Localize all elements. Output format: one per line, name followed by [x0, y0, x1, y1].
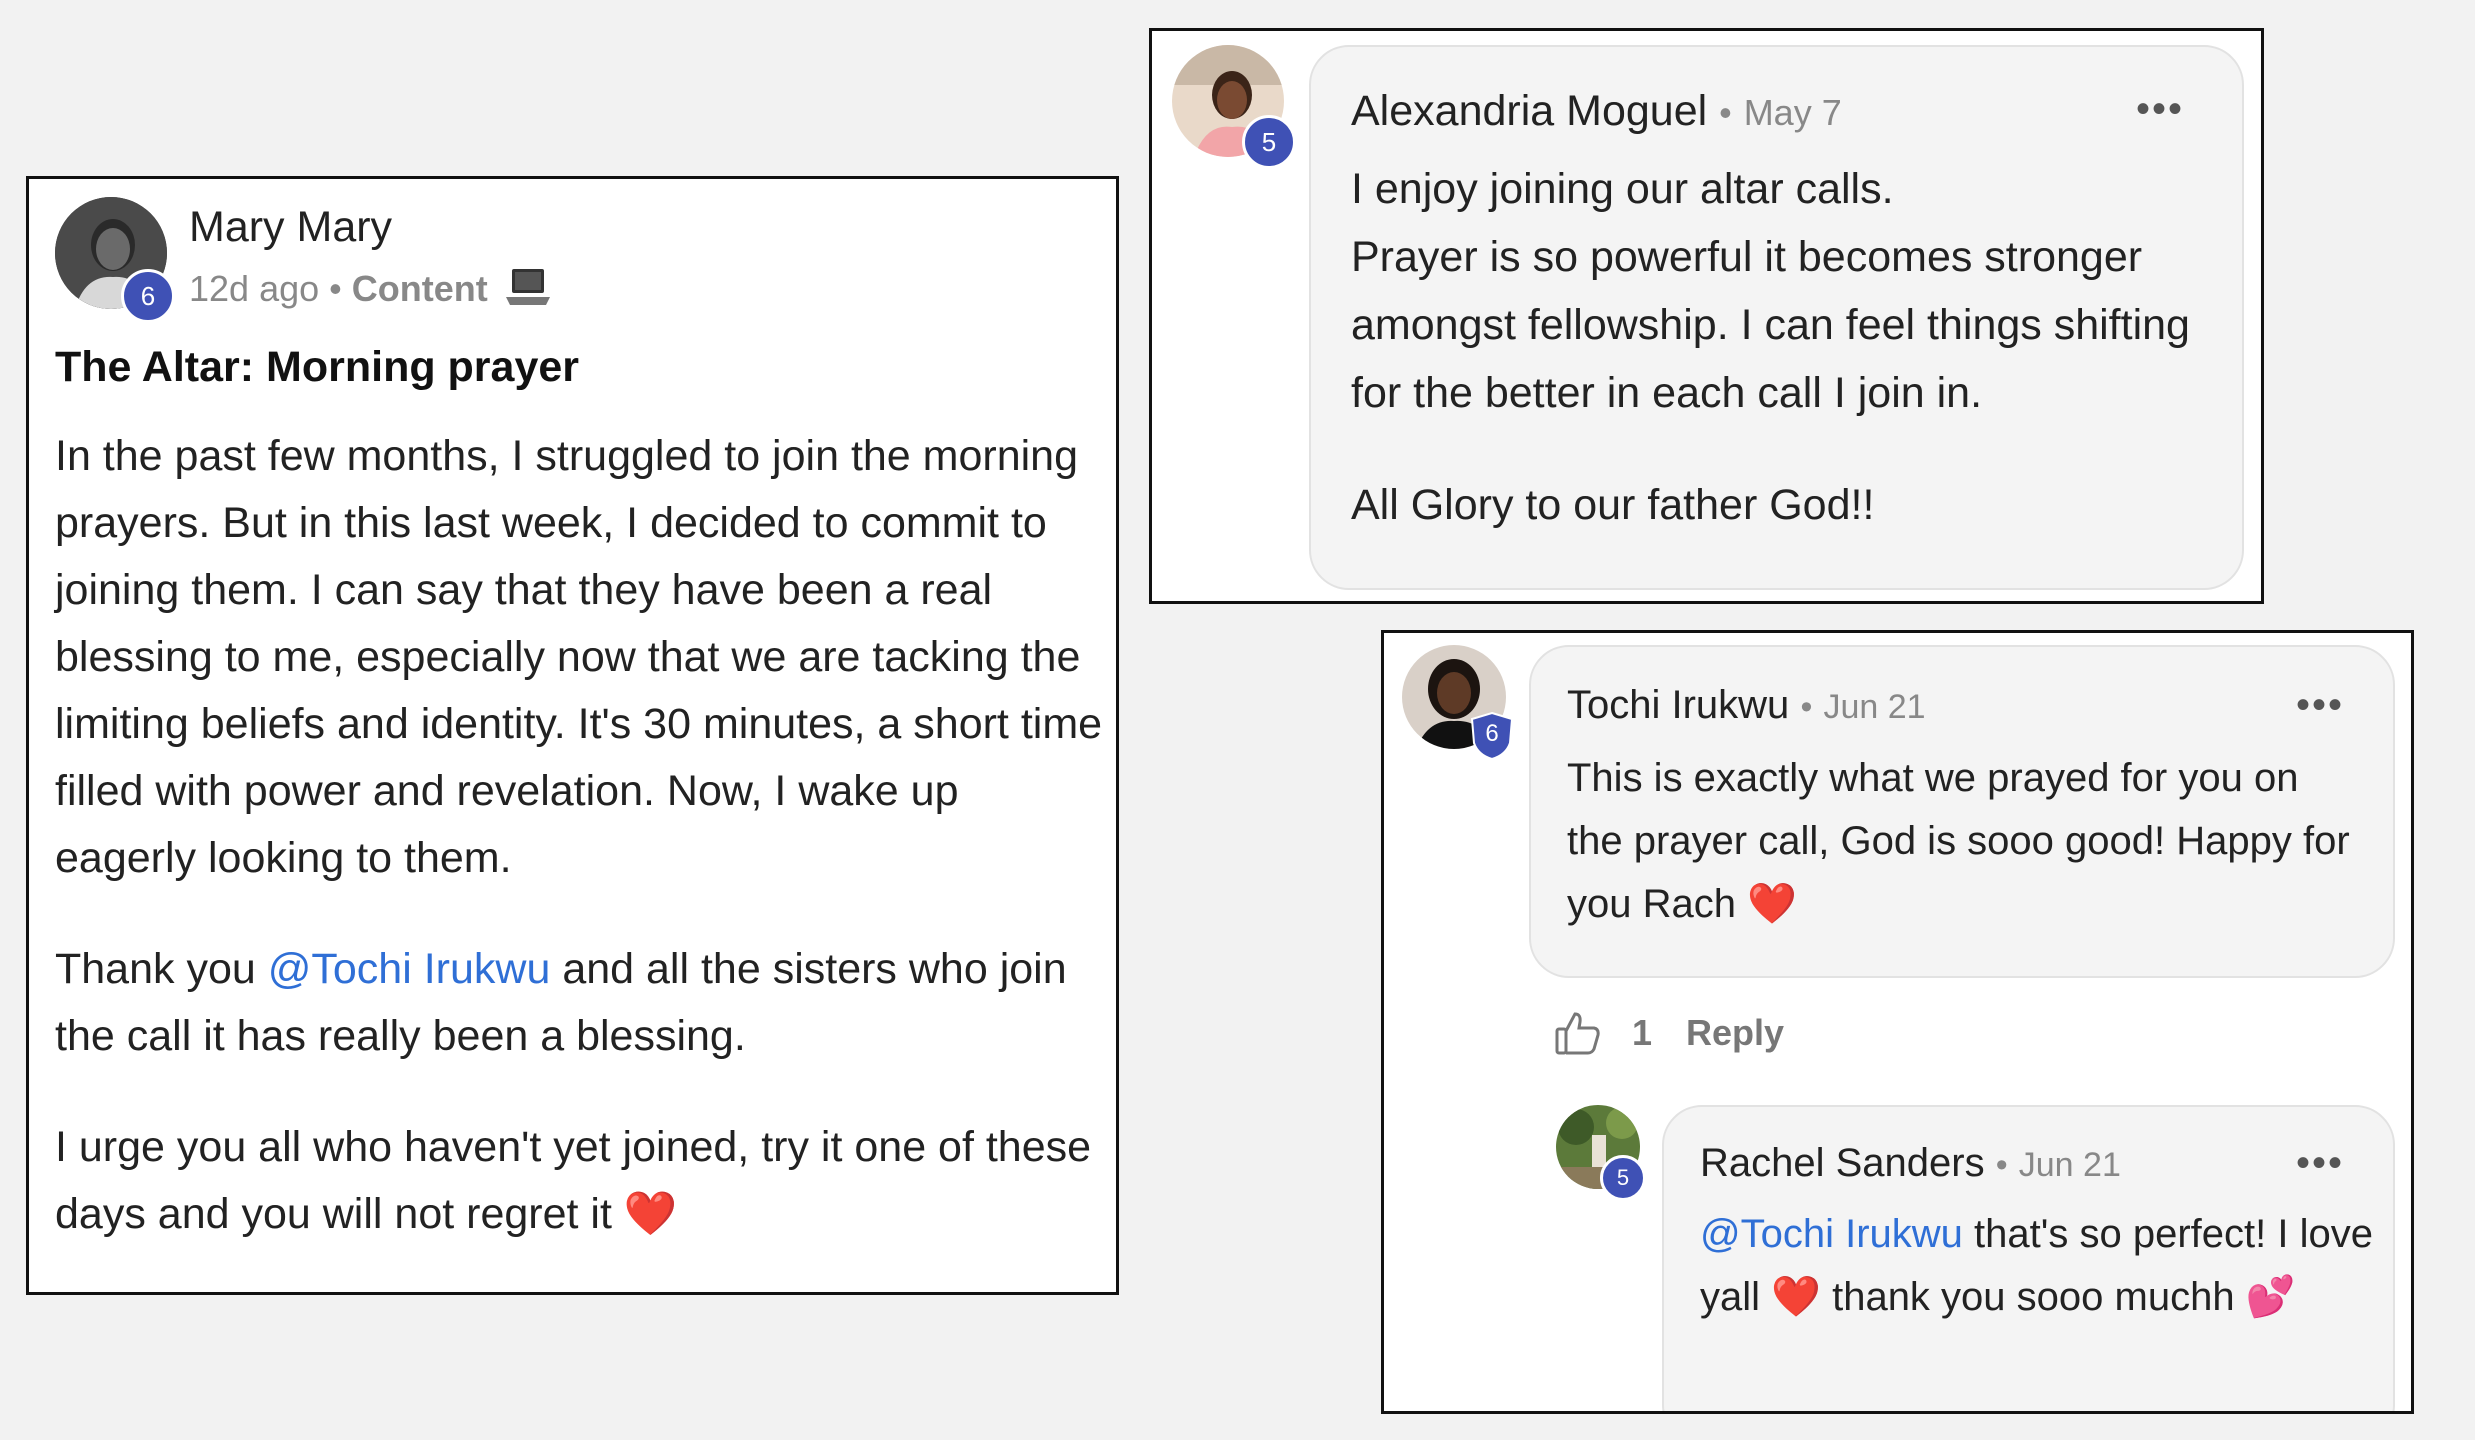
paragraph-2-lead: Thank you — [55, 945, 268, 993]
reply-text-2: thank you sooo muchh — [1820, 1275, 2235, 1319]
commenter-name-text[interactable]: Alexandria Moguel — [1351, 87, 1707, 135]
post-time: 12d ago — [189, 268, 320, 310]
comment-thread-card: 6 Tochi Irukwu • Jun 21 ••• This is exac… — [1381, 630, 2414, 1414]
comment-line-2: Prayer is so powerful it becomes stronge… — [1351, 233, 2190, 417]
meta-separator: • — [329, 268, 342, 310]
commenter-name-text[interactable]: Tochi Irukwu — [1567, 683, 1789, 727]
comment-body: I enjoy joining our altar calls. Prayer … — [1351, 155, 2221, 539]
post-category[interactable]: Content — [352, 268, 488, 309]
level-badge: 5 — [1242, 115, 1296, 169]
comment-date: May 7 — [1743, 92, 1842, 133]
meta-separator: • — [1719, 92, 1732, 133]
mention-link[interactable]: @Tochi Irukwu — [1700, 1212, 1963, 1256]
more-options-icon[interactable]: ••• — [2296, 683, 2344, 728]
thumbs-up-icon[interactable] — [1554, 1009, 1602, 1057]
commenter-avatar[interactable]: 6 — [1402, 645, 1514, 761]
reply-author-name[interactable]: Rachel Sanders — [1700, 1141, 1985, 1185]
post-card: 6 Mary Mary 12d ago • Content The Altar:… — [26, 176, 1119, 1295]
post-body: In the past few months, I struggled to j… — [55, 423, 1105, 1248]
comment-bubble: Tochi Irukwu • Jun 21 ••• This is exactl… — [1529, 645, 2395, 978]
meta-separator: • — [1800, 688, 1813, 726]
comment-card-alexandria: 5 Alexandria Moguel • May 7 ••• I enjoy … — [1149, 28, 2264, 604]
comment-actions: 1 Reply — [1554, 1003, 1784, 1063]
level-shield-badge: 6 — [1470, 711, 1514, 761]
author-name[interactable]: Mary Mary — [189, 203, 392, 252]
author-avatar[interactable]: 6 — [55, 197, 175, 323]
comment-text: This is exactly what we prayed for you o… — [1567, 756, 2350, 926]
reply-date: Jun 21 — [2018, 1146, 2121, 1184]
two-hearts-emoji-icon: 💕 — [2245, 1275, 2296, 1319]
comment-bubble: Alexandria Moguel • May 7 ••• I enjoy jo… — [1309, 45, 2244, 590]
post-paragraph-1: In the past few months, I struggled to j… — [55, 432, 1103, 882]
mention-link[interactable]: @Tochi Irukwu — [268, 945, 551, 993]
comment-line-3: All Glory to our father God!! — [1351, 481, 1875, 529]
more-options-icon[interactable]: ••• — [2296, 1141, 2344, 1186]
reply-button[interactable]: Reply — [1686, 1012, 1784, 1054]
meta-separator: • — [1995, 1146, 2008, 1184]
reply-author: Rachel Sanders • Jun 21 — [1700, 1141, 2121, 1186]
heart-emoji-icon: ❤️ — [1771, 1275, 1821, 1319]
badge-number: 6 — [1485, 720, 1499, 747]
commenter-name: Tochi Irukwu • Jun 21 — [1567, 683, 1926, 728]
commenter-name: Alexandria Moguel • May 7 — [1351, 87, 1842, 136]
comment-line-1: I enjoy joining our altar calls. — [1351, 165, 1894, 213]
heart-emoji-icon: ❤️ — [623, 1190, 678, 1238]
paragraph-3-text: I urge you all who haven't yet joined, t… — [55, 1123, 1092, 1238]
reply-bubble: Rachel Sanders • Jun 21 ••• @Tochi Irukw… — [1662, 1105, 2395, 1411]
like-count: 1 — [1632, 1012, 1653, 1053]
post-paragraph-3: I urge you all who haven't yet joined, t… — [55, 1114, 1105, 1248]
comment-date: Jun 21 — [1823, 688, 1926, 726]
more-options-icon[interactable]: ••• — [2136, 87, 2184, 132]
laptop-icon — [505, 267, 550, 316]
comment-body: This is exactly what we prayed for you o… — [1567, 747, 2357, 936]
level-badge: 5 — [1600, 1155, 1646, 1201]
heart-emoji-icon: ❤️ — [1747, 882, 1797, 926]
reply-body: @Tochi Irukwu that's so perfect! I love … — [1700, 1203, 2380, 1329]
level-badge: 6 — [121, 269, 175, 323]
commenter-avatar[interactable]: 5 — [1172, 45, 1296, 169]
post-title: The Altar: Morning prayer — [55, 343, 580, 391]
post-meta: 12d ago • Content — [189, 267, 550, 316]
post-paragraph-2: Thank you @Tochi Irukwu and all the sist… — [55, 936, 1105, 1070]
reply-avatar[interactable]: 5 — [1556, 1105, 1646, 1201]
